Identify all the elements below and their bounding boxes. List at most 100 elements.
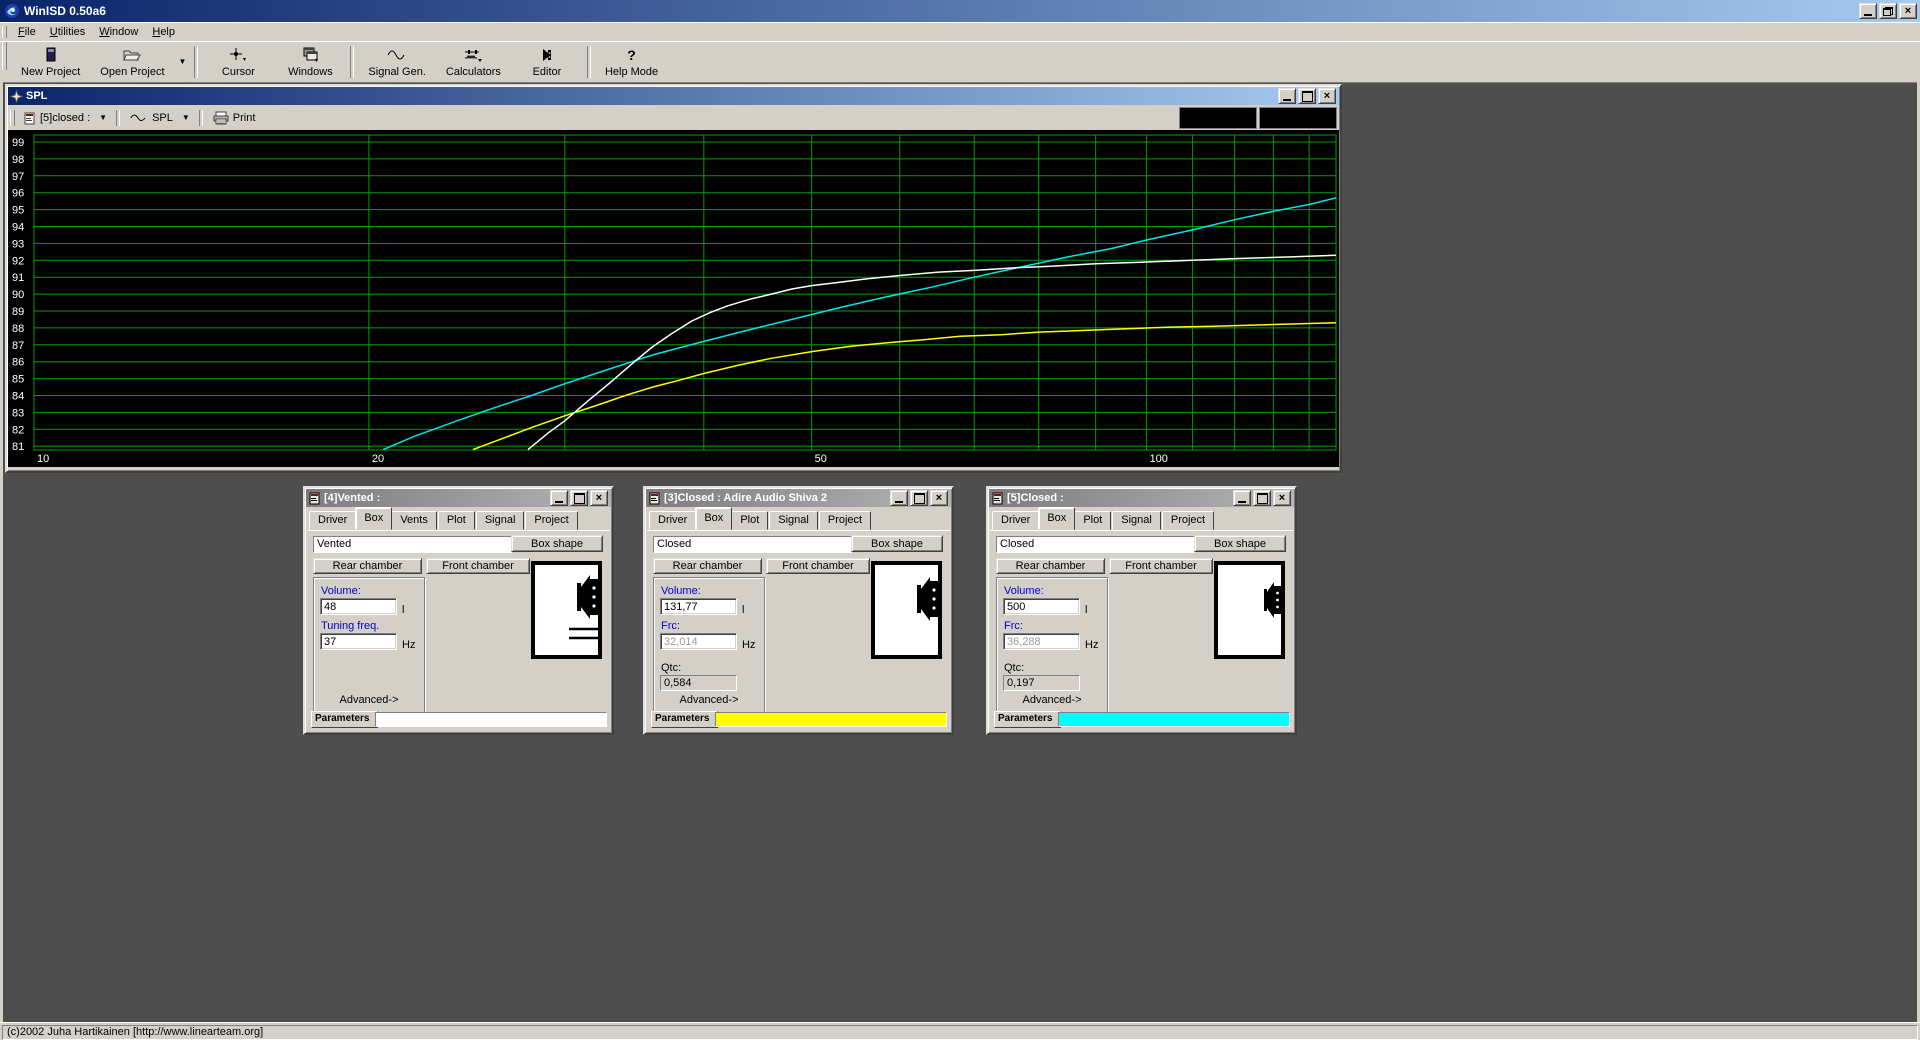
parameters-tab[interactable]: Parameters <box>651 711 718 728</box>
tab-box[interactable]: Box <box>695 507 732 530</box>
volume-input[interactable] <box>660 598 737 615</box>
tool-label: Calculators <box>446 66 501 78</box>
spl-toolbar: [5]closed : ▼ SPL ▼ Print <box>8 106 1339 130</box>
close-button[interactable]: × <box>1273 490 1291 506</box>
tab-box[interactable]: Box <box>1038 507 1075 530</box>
menu-file[interactable]: File <box>11 24 43 40</box>
close-button[interactable]: × <box>1318 88 1336 104</box>
close-button[interactable]: × <box>930 490 948 506</box>
window-titlebar[interactable]: [5]Closed : × <box>989 489 1294 507</box>
maximize-button[interactable] <box>1298 88 1316 104</box>
editor-button[interactable]: Editor <box>511 42 583 82</box>
minimize-button[interactable] <box>1278 88 1296 104</box>
window-titlebar[interactable]: [4]Vented : × <box>306 489 611 507</box>
maximize-button[interactable] <box>570 490 588 506</box>
maximize-button[interactable] <box>1253 490 1271 506</box>
tab-plot[interactable]: Plot <box>1074 511 1111 530</box>
minimize-button[interactable] <box>550 490 568 506</box>
minimize-button[interactable] <box>890 490 908 506</box>
volume-input[interactable] <box>1003 598 1080 615</box>
advanced-button[interactable]: Advanced-> <box>654 694 764 706</box>
tab-project[interactable]: Project <box>819 511 871 530</box>
menu-help[interactable]: Help <box>145 24 182 40</box>
spl-toolbar-grip[interactable] <box>10 110 15 127</box>
spl-window: SPL × [5]closed : ▼ <box>5 84 1342 473</box>
app-titlebar[interactable]: WinISD 0.50a6 × <box>0 0 1920 22</box>
volume-unit: l <box>742 604 744 616</box>
box-shape-button[interactable]: Box shape <box>851 535 943 552</box>
box-type-field[interactable]: Vented <box>313 536 512 553</box>
tuning-freq-unit: Hz <box>402 639 415 651</box>
tool-label: Editor <box>533 66 562 78</box>
tab-row: Driver Box Vents Plot Signal Project <box>307 509 579 530</box>
tab-driver[interactable]: Driver <box>992 511 1039 530</box>
windows-button[interactable]: Windows <box>274 42 346 82</box>
spl-titlebar[interactable]: SPL × <box>8 87 1339 105</box>
box-shape-preview <box>871 561 942 659</box>
cursor-button[interactable]: Cursor <box>202 42 274 82</box>
help-mode-icon: ? <box>627 47 636 64</box>
front-chamber-button[interactable]: Front chamber <box>766 558 870 574</box>
plot-type-selector[interactable]: SPL <box>125 110 178 126</box>
spl-toolbar-separator <box>199 110 203 126</box>
minimize-button[interactable] <box>1233 490 1251 506</box>
tool-label: New Project <box>21 66 80 78</box>
window-titlebar[interactable]: [3]Closed : Adire Audio Shiva 2 × <box>646 489 951 507</box>
open-project-button[interactable]: Open Project <box>90 42 174 82</box>
tab-vents[interactable]: Vents <box>391 511 437 530</box>
menu-utilities[interactable]: Utilities <box>43 24 92 40</box>
tab-plot[interactable]: Plot <box>731 511 768 530</box>
help-mode-button[interactable]: ? Help Mode <box>595 42 668 82</box>
maximize-button[interactable] <box>910 490 928 506</box>
volume-input[interactable] <box>320 598 397 615</box>
tuning-freq-label: Tuning freq. <box>321 620 379 632</box>
new-project-button[interactable]: New Project <box>11 42 90 82</box>
tuning-freq-input[interactable] <box>320 633 397 650</box>
tab-driver[interactable]: Driver <box>649 511 696 530</box>
parameters-tab[interactable]: Parameters <box>311 711 378 728</box>
svg-text:85: 85 <box>12 374 24 386</box>
tab-project[interactable]: Project <box>1162 511 1214 530</box>
close-button[interactable]: × <box>1899 3 1917 19</box>
front-chamber-button[interactable]: Front chamber <box>1109 558 1213 574</box>
menubar: File Utilities Window Help <box>0 22 1920 42</box>
spl-window-icon <box>10 90 23 103</box>
tool-label: Open Project <box>100 66 164 78</box>
minimize-button[interactable] <box>1859 3 1877 19</box>
box-type-field[interactable]: Closed <box>996 536 1195 553</box>
rear-chamber-button[interactable]: Rear chamber <box>313 558 422 574</box>
menubar-grip[interactable] <box>2 26 7 39</box>
box-shape-button[interactable]: Box shape <box>1194 535 1286 552</box>
svg-text:81: 81 <box>12 441 24 453</box>
plot-type-dropdown[interactable]: ▼ <box>178 114 194 122</box>
project-selector-dropdown[interactable]: ▼ <box>95 114 111 122</box>
new-project-icon <box>43 47 59 64</box>
project-icon <box>991 492 1004 505</box>
app-title: WinISD 0.50a6 <box>24 4 106 18</box>
menu-window[interactable]: Window <box>92 24 145 40</box>
tab-plot[interactable]: Plot <box>438 511 475 530</box>
signal-gen-button[interactable]: Signal Gen. <box>358 42 435 82</box>
spl-plot[interactable]: 9998979695949392919089888786858483828110… <box>8 130 1339 467</box>
restore-button[interactable] <box>1879 3 1897 19</box>
tab-box[interactable]: Box <box>355 507 392 530</box>
parameters-tab[interactable]: Parameters <box>994 711 1061 728</box>
box-type-field[interactable]: Closed <box>653 536 852 553</box>
rear-chamber-button[interactable]: Rear chamber <box>653 558 762 574</box>
advanced-button[interactable]: Advanced-> <box>314 694 424 706</box>
tab-signal[interactable]: Signal <box>769 511 818 530</box>
advanced-button[interactable]: Advanced-> <box>997 694 1107 706</box>
tab-project[interactable]: Project <box>525 511 577 530</box>
tab-driver[interactable]: Driver <box>309 511 356 530</box>
print-button[interactable]: Print <box>208 109 261 127</box>
box-shape-button[interactable]: Box shape <box>511 535 603 552</box>
tab-signal[interactable]: Signal <box>1112 511 1161 530</box>
close-button[interactable]: × <box>590 490 608 506</box>
toolbar-grip[interactable] <box>2 42 7 70</box>
project-selector[interactable]: [5]closed : <box>19 110 95 127</box>
open-project-dropdown[interactable]: ▼ <box>175 42 191 82</box>
calculators-button[interactable]: Calculators <box>436 42 511 82</box>
front-chamber-button[interactable]: Front chamber <box>426 558 530 574</box>
tab-signal[interactable]: Signal <box>476 511 525 530</box>
rear-chamber-button[interactable]: Rear chamber <box>996 558 1105 574</box>
